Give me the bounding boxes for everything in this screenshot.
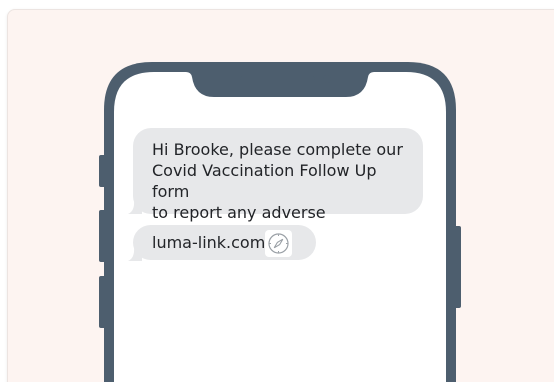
camera-icon <box>323 75 331 83</box>
compass-icon[interactable] <box>265 230 292 257</box>
message-bubble: Hi Brooke, please complete our Covid Vac… <box>133 128 423 243</box>
canvas: Hi Brooke, please complete our Covid Vac… <box>0 0 554 382</box>
link-bubble-tail <box>128 247 142 261</box>
link-text[interactable]: luma-link.com <box>152 232 265 253</box>
speaker-grill <box>240 76 315 81</box>
message-bubble-tail <box>128 200 142 214</box>
